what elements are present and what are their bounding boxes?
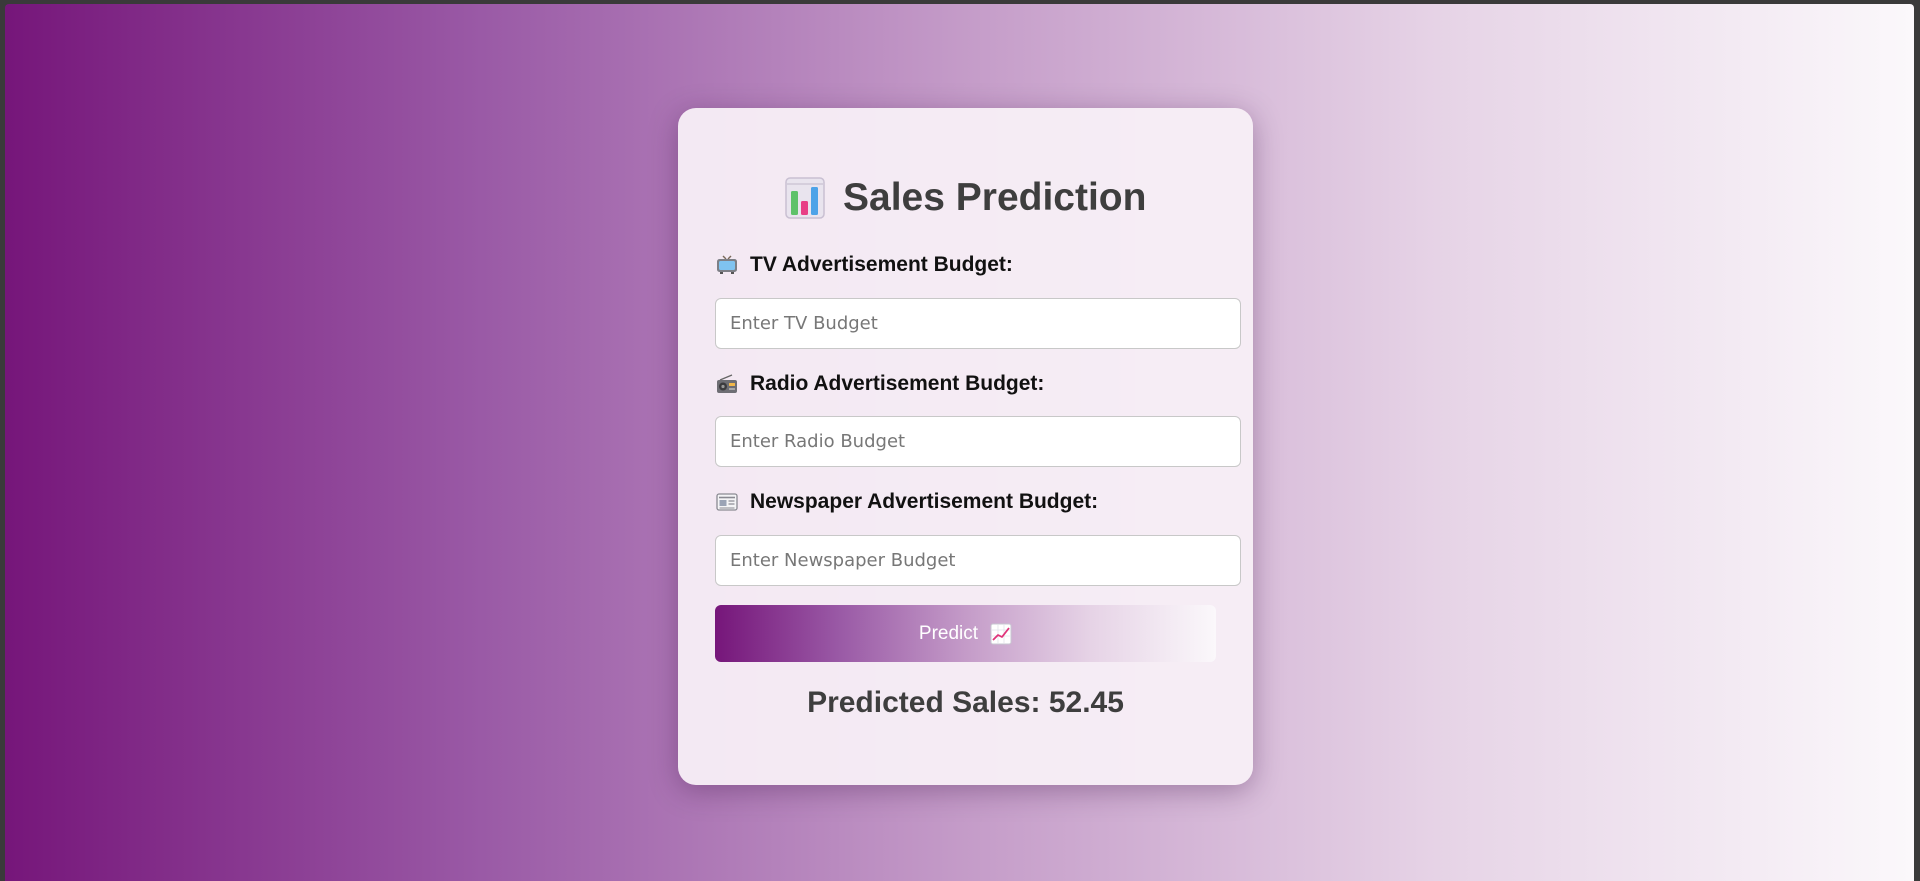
predict-button[interactable]: Predict [715, 605, 1216, 662]
newspaper-budget-input[interactable] [715, 535, 1241, 586]
radio-budget-input[interactable] [715, 416, 1241, 467]
page-background: Sales Prediction TV Advertisement Budget… [5, 4, 1914, 881]
radio-budget-label: Radio Advertisement Budget: [716, 370, 1044, 398]
newspaper-icon [716, 493, 738, 511]
newspaper-budget-label-text: Newspaper Advertisement Budget: [750, 490, 1099, 513]
radio-budget-label-text: Radio Advertisement Budget: [750, 372, 1045, 395]
tv-budget-input[interactable] [715, 298, 1241, 349]
tv-budget-label-text: TV Advertisement Budget: [750, 253, 1013, 276]
radio-icon [717, 374, 737, 393]
chart-increasing-icon [990, 623, 1012, 644]
television-icon [717, 255, 737, 274]
bar-chart-icon [784, 177, 825, 219]
prediction-card: Sales Prediction TV Advertisement Budget… [678, 108, 1253, 785]
predict-button-label: Predict [918, 622, 979, 644]
title-row: Sales Prediction [678, 176, 1253, 226]
predicted-sales-result: Predicted Sales: 52.45 [807, 686, 1124, 719]
tv-budget-label: TV Advertisement Budget: [716, 251, 1013, 279]
page-title: Sales Prediction [843, 176, 1147, 219]
newspaper-budget-label: Newspaper Advertisement Budget: [716, 488, 1098, 516]
